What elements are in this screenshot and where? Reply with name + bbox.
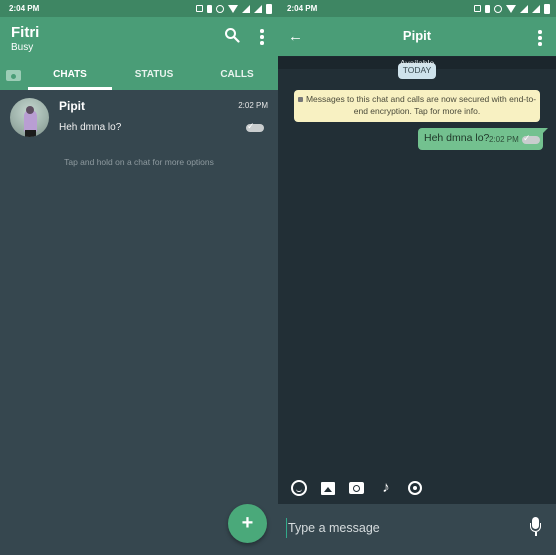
camera-icon[interactable] xyxy=(349,482,364,494)
chat-preview: Heh dmna lo? xyxy=(59,122,122,133)
battery-icon xyxy=(544,3,550,14)
signal-icon xyxy=(532,4,540,13)
status-bar: 2:04 PM xyxy=(278,0,556,17)
status-bar: 2:04 PM xyxy=(0,0,278,17)
profile-name: Fitri xyxy=(11,24,40,41)
screen-rotate-icon xyxy=(474,5,481,12)
wifi-icon xyxy=(228,4,238,13)
read-ticks-icon xyxy=(246,121,264,132)
tab-chats[interactable]: CHATS xyxy=(28,69,112,80)
status-time: 2:04 PM xyxy=(287,4,318,13)
vibrate-icon xyxy=(207,4,212,13)
status-time: 2:04 PM xyxy=(9,4,40,13)
avatar[interactable] xyxy=(10,98,49,137)
contact-name[interactable]: Pipit xyxy=(278,28,556,43)
tab-calls[interactable]: CALLS xyxy=(196,69,278,80)
encryption-notice-text: Messages to this chat and calls are now … xyxy=(305,94,537,116)
image-icon[interactable] xyxy=(321,481,335,495)
signal-icon xyxy=(254,4,262,13)
alarm-icon xyxy=(216,4,224,13)
signal-icon xyxy=(242,4,250,13)
status-icons xyxy=(474,3,550,14)
camera-icon[interactable] xyxy=(6,70,21,81)
emoji-icon[interactable] xyxy=(291,480,307,496)
alarm-icon xyxy=(494,4,502,13)
microphone-icon[interactable] xyxy=(530,517,541,539)
music-icon[interactable]: ♪ xyxy=(378,480,394,496)
message-input[interactable] xyxy=(286,518,516,538)
app-bar: Fitri Busy CHATS STATUS CALLS xyxy=(0,17,278,90)
location-icon[interactable] xyxy=(408,481,422,495)
message-input-bar xyxy=(278,504,556,555)
chat-name: Pipit xyxy=(59,99,85,113)
profile-status: Busy xyxy=(11,42,34,53)
outgoing-message[interactable]: Heh dmna lo? 2:02 PM xyxy=(418,128,548,150)
battery-icon xyxy=(266,3,272,14)
more-vert-icon[interactable] xyxy=(538,30,542,46)
message-time: 2:02 PM xyxy=(489,135,519,144)
wifi-icon xyxy=(506,4,516,13)
lock-icon xyxy=(297,97,303,102)
attachment-bar: ♪ xyxy=(278,472,556,504)
chat-list-screen: 2:04 PM Fitri Busy CHATS STATUS CALLS Pi… xyxy=(0,0,278,555)
chat-time: 2:02 PM xyxy=(238,101,268,110)
new-chat-button[interactable]: + xyxy=(228,504,267,543)
signal-icon xyxy=(520,4,528,13)
vibrate-icon xyxy=(485,4,490,13)
search-icon[interactable] xyxy=(224,27,240,43)
status-icons xyxy=(196,3,272,14)
screen-rotate-icon xyxy=(196,5,203,12)
plus-icon: + xyxy=(241,512,254,534)
more-vert-icon[interactable] xyxy=(260,29,264,45)
encryption-notice[interactable]: Messages to this chat and calls are now … xyxy=(294,90,540,122)
tab-bar: CHATS STATUS CALLS xyxy=(0,62,278,90)
message-text: Heh dmna lo? xyxy=(424,132,490,144)
tab-status[interactable]: STATUS xyxy=(112,69,196,80)
chat-list-item[interactable]: Pipit 2:02 PM Heh dmna lo? xyxy=(0,90,278,148)
conversation-screen: 2:04 PM ← Pipit TODAY Available Messages… xyxy=(278,0,556,555)
conversation-app-bar: ← Pipit xyxy=(278,17,556,57)
read-ticks-icon xyxy=(522,133,540,144)
availability-status: Available xyxy=(399,58,435,68)
hint-text: Tap and hold on a chat for more options xyxy=(64,157,214,167)
